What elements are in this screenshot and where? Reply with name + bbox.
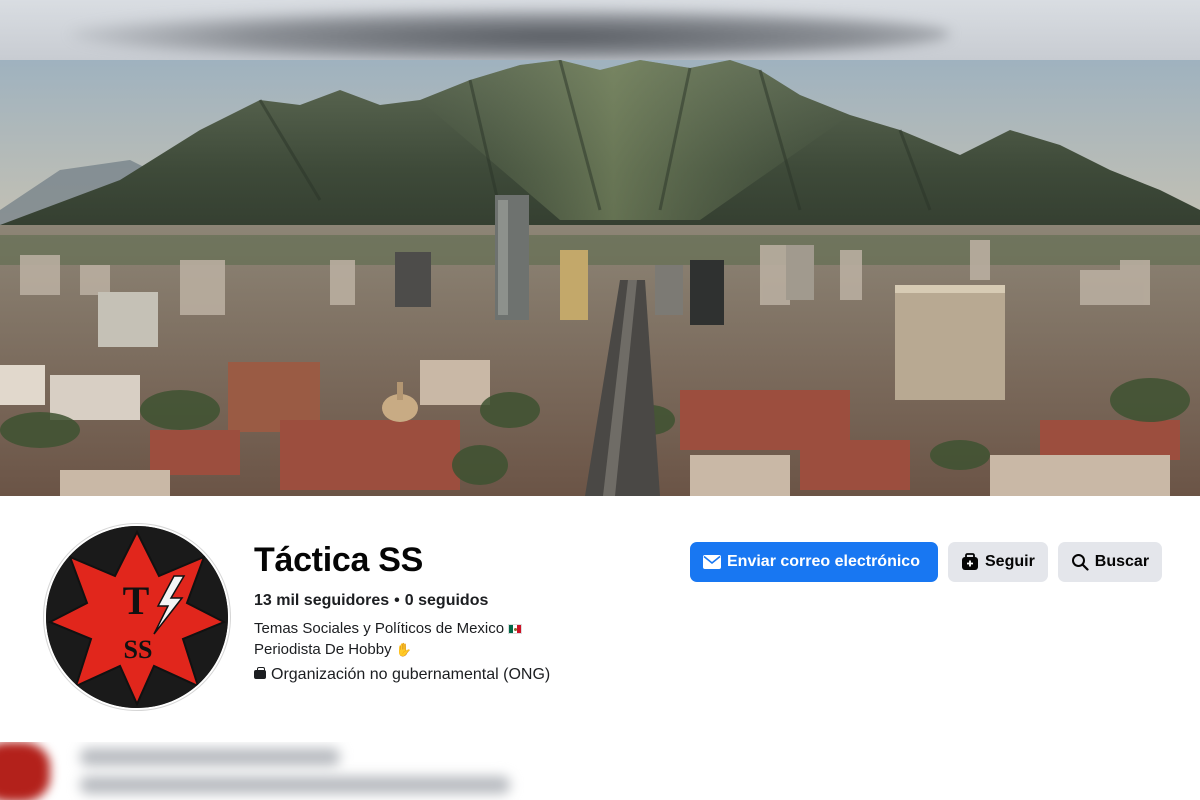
avatar-letter-top: T <box>123 578 150 623</box>
follow-stats: 13 mil seguidores • 0 seguidos <box>254 592 674 610</box>
blurred-avatar-fragment <box>0 742 50 800</box>
blurred-text-1 <box>80 748 340 766</box>
profile-avatar[interactable]: T SS <box>44 524 230 710</box>
bio: Temas Sociales y Políticos de Mexico Per… <box>254 618 674 660</box>
profile-header: T SS Táctica SS 13 mil seguidores • 0 segu… <box>0 496 1200 742</box>
avatar-letter-bottom: SS <box>124 635 153 664</box>
email-button-label: Enviar correo electrónico <box>727 553 920 570</box>
follow-icon <box>961 553 979 571</box>
follow-button[interactable]: Seguir <box>948 542 1048 582</box>
profile-info: Táctica SS 13 mil seguidores • 0 seguidos … <box>254 540 674 684</box>
blurred-overlay <box>70 8 950 60</box>
cover-photo-image <box>0 60 1200 496</box>
search-icon <box>1071 553 1089 571</box>
bio-text-1: Temas Sociales y Políticos de Mexico <box>254 620 505 637</box>
bio-text-2: Periodista De Hobby <box>254 641 392 658</box>
flexed-arm-icon: ✋ <box>395 642 412 657</box>
search-button-label: Buscar <box>1094 553 1150 570</box>
bottom-blurred-strip <box>0 742 1200 800</box>
category-label: Organización no gubernamental (ONG) <box>271 666 551 683</box>
briefcase-icon <box>254 666 266 679</box>
cover-photo[interactable] <box>0 60 1200 496</box>
envelope-icon <box>703 555 721 569</box>
action-buttons: Enviar correo electrónico Seguir Buscar <box>690 542 1163 582</box>
blurred-text-2 <box>80 776 510 794</box>
stats-separator: • <box>394 592 400 609</box>
page-title: Táctica SS <box>254 541 423 579</box>
following-count[interactable]: 0 seguidos <box>405 592 489 609</box>
bio-line-1: Temas Sociales y Políticos de Mexico <box>254 618 674 639</box>
search-button[interactable]: Buscar <box>1057 542 1163 582</box>
email-button[interactable]: Enviar correo electrónico <box>690 542 938 582</box>
page-category: Organización no gubernamental (ONG) <box>254 666 674 684</box>
followers-count[interactable]: 13 mil seguidores <box>254 592 389 609</box>
bio-line-2: Periodista De Hobby ✋ <box>254 639 674 660</box>
follow-button-label: Seguir <box>985 553 1035 570</box>
mexico-flag-icon <box>508 624 523 635</box>
avatar-logo: T SS <box>46 526 228 708</box>
top-blurred-strip <box>0 0 1200 60</box>
